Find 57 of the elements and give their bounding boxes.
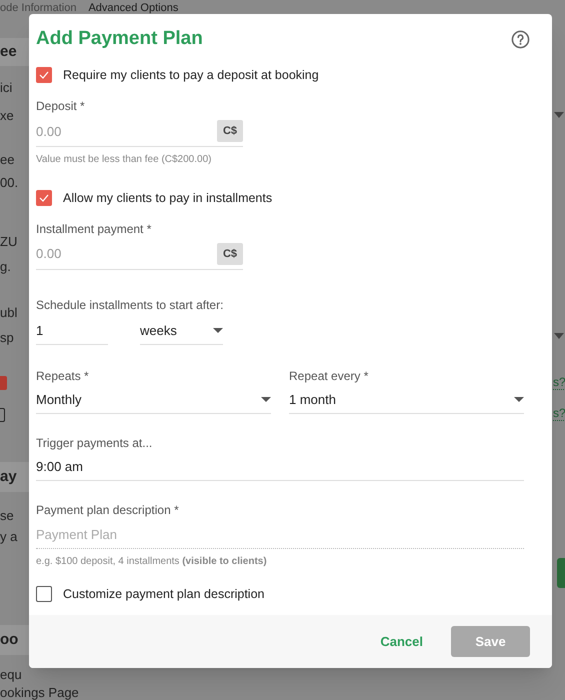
checkbox-label: Require my clients to pay a deposit at booking bbox=[63, 67, 319, 84]
text: ee bbox=[0, 152, 14, 168]
dropdown-arrow-icon[interactable] bbox=[554, 112, 564, 118]
caret-icon bbox=[261, 397, 271, 402]
text: xe bbox=[0, 108, 14, 124]
section-heading: oo bbox=[0, 632, 18, 648]
section-heading: ee bbox=[0, 44, 17, 60]
field-label: Deposit * bbox=[36, 98, 86, 113]
input-field[interactable]: 9:00 am bbox=[36, 454, 524, 480]
amount-field[interactable]: 0.00 bbox=[36, 244, 186, 264]
text: y a bbox=[0, 529, 18, 545]
field-label: Repeats * bbox=[36, 368, 90, 382]
text: ici bbox=[0, 80, 12, 96]
field-value: 1 bbox=[36, 322, 44, 340]
checkbox-label: Customize payment plan description bbox=[63, 586, 264, 603]
input-field[interactable]: Payment Plan bbox=[36, 520, 524, 548]
dropdown-arrow-icon[interactable] bbox=[554, 333, 564, 339]
field-value: 9:00 am bbox=[36, 458, 83, 476]
cancel-button[interactable]: Cancel bbox=[378, 632, 425, 652]
text: sp bbox=[0, 330, 14, 346]
hint-text: Value must be less than fee (C$200.00) bbox=[36, 152, 212, 167]
text: 00. bbox=[0, 175, 18, 191]
text: equ bbox=[0, 667, 22, 683]
field-label: Schedule installments to start after: bbox=[36, 298, 224, 312]
dropdown-value: Monthly bbox=[36, 390, 82, 409]
dropdown-value: weeks bbox=[140, 322, 177, 340]
check-icon bbox=[39, 71, 49, 80]
hint-text: e.g. $100 deposit, 4 installments (visible to clients) bbox=[36, 554, 268, 568]
dropdown[interactable]: 1 month bbox=[289, 386, 524, 414]
text: ZU bbox=[0, 234, 18, 250]
currency-badge: C$ bbox=[216, 243, 243, 265]
currency-badge: C$ bbox=[216, 120, 243, 142]
number-field[interactable]: 1 bbox=[36, 318, 108, 344]
text: ookings Page bbox=[0, 685, 79, 700]
tab[interactable]: ode Information bbox=[0, 2, 76, 14]
checkbox[interactable] bbox=[36, 586, 52, 602]
text: ubl bbox=[0, 305, 18, 321]
dropdown[interactable]: weeks bbox=[140, 318, 223, 344]
caret-icon bbox=[213, 328, 223, 333]
checkbox-label: Allow my clients to pay in installments bbox=[63, 190, 272, 207]
text: g. bbox=[0, 259, 11, 275]
tab[interactable]: Advanced Options bbox=[88, 2, 178, 14]
checkbox[interactable] bbox=[36, 67, 52, 84]
check-icon bbox=[39, 194, 49, 202]
amount-field[interactable]: 0.00 bbox=[36, 122, 186, 141]
field-label: Repeat every * bbox=[289, 368, 370, 382]
text: se bbox=[0, 508, 14, 524]
dropdown-value: 1 month bbox=[289, 390, 336, 409]
dropdown[interactable]: Monthly bbox=[36, 386, 271, 414]
caret-icon bbox=[514, 397, 524, 402]
field-label: Installment payment * bbox=[36, 222, 152, 236]
field-label: Trigger payments at... bbox=[36, 436, 154, 450]
dialog-title: Add Payment Plan bbox=[36, 27, 203, 51]
checkbox[interactable] bbox=[36, 190, 52, 206]
help-icon[interactable] bbox=[511, 30, 530, 48]
field-label: Payment plan description * bbox=[36, 502, 180, 516]
section-heading: ay bbox=[0, 469, 17, 485]
